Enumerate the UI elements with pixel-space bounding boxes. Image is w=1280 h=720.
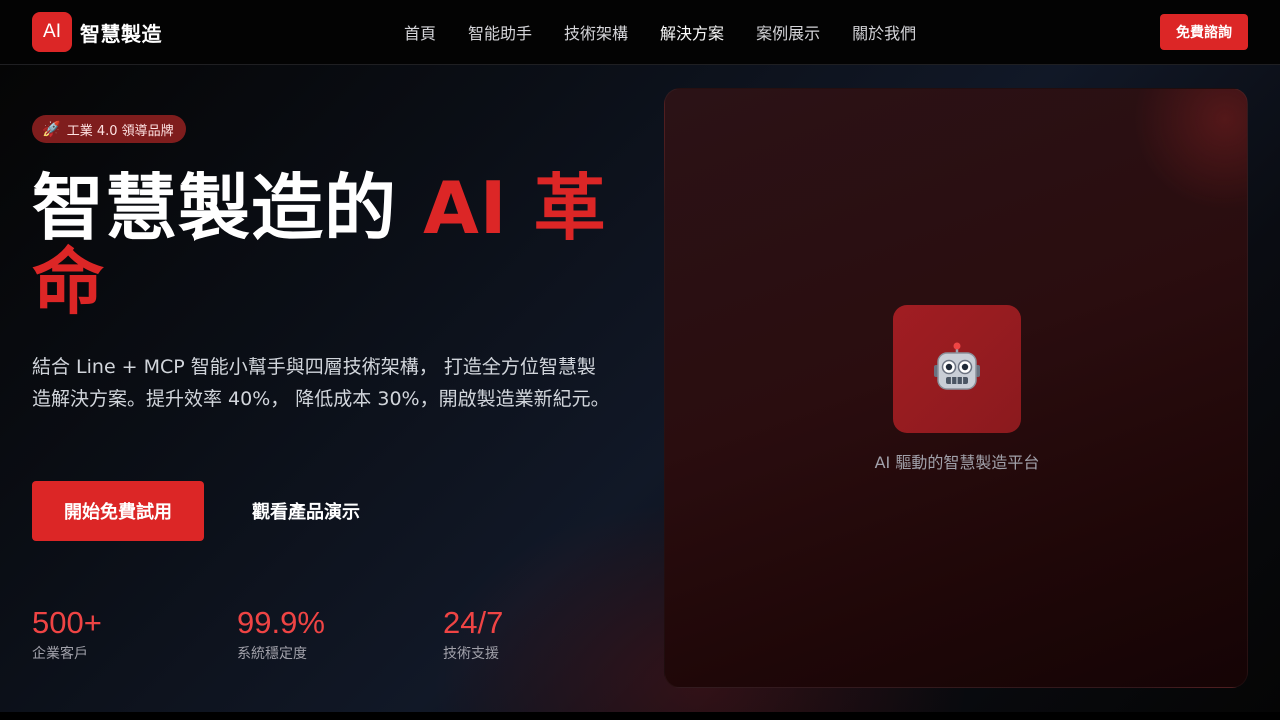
stat-label: 技術支援 xyxy=(443,646,499,662)
nav-cases[interactable]: 案例展示 xyxy=(756,20,820,44)
nav-home[interactable]: 首頁 xyxy=(404,20,436,44)
stat-enterprise-clients: 500+ 企業客戶 xyxy=(32,605,102,663)
logo-text: 智慧製造 xyxy=(80,21,162,46)
headline-main: 智慧製造的 xyxy=(32,166,424,250)
platform-preview-panel: AI 驅動的智慧製造平台 xyxy=(664,88,1248,688)
stat-value: 500+ xyxy=(32,605,102,640)
top-navbar: AI 智慧製造 首頁 智能助手 技術架構 解決方案 案例展示 關於我們 免費諮詢 xyxy=(0,0,1280,65)
stat-label: 系統穩定度 xyxy=(237,646,307,662)
nav-architecture[interactable]: 技術架構 xyxy=(564,20,628,44)
logo-mark: AI xyxy=(32,12,72,52)
robot-tile xyxy=(893,305,1021,433)
nav-solutions[interactable]: 解決方案 xyxy=(660,20,724,44)
hero-headline: 智慧製造的 AI 革命 xyxy=(32,171,612,319)
main-nav: 首頁 智能助手 技術架構 解決方案 案例展示 關於我們 xyxy=(404,20,916,44)
watch-demo-button[interactable]: 觀看產品演示 xyxy=(236,481,376,541)
nav-about[interactable]: 關於我們 xyxy=(852,20,916,44)
stat-value: 24/7 xyxy=(443,605,504,640)
free-consult-button[interactable]: 免費諮詢 xyxy=(1160,14,1248,50)
stat-system-stability: 99.9% 系統穩定度 xyxy=(237,605,325,663)
rocket-icon: 🚀 xyxy=(42,120,61,138)
start-free-trial-button[interactable]: 開始免費試用 xyxy=(32,481,204,541)
brand-logo[interactable]: AI 智慧製造 xyxy=(32,12,162,52)
nav-assistant[interactable]: 智能助手 xyxy=(468,20,532,44)
stat-tech-support: 24/7 技術支援 xyxy=(443,605,503,663)
stat-value: 99.9% xyxy=(237,605,325,640)
badge-label: 工業 4.0 領導品牌 xyxy=(66,123,174,139)
panel-caption: AI 驅動的智慧製造平台 xyxy=(874,453,1040,472)
industry-badge: 🚀 工業 4.0 領導品牌 xyxy=(32,115,186,143)
hero-description: 結合 Line + MCP 智能小幫手與四層技術架構， 打造全方位智慧製造解決方… xyxy=(32,356,610,410)
hero-section: 🚀 工業 4.0 領導品牌 智慧製造的 AI 革命 結合 Line + MCP … xyxy=(0,65,1280,712)
stat-label: 企業客戶 xyxy=(32,646,88,662)
robot-icon xyxy=(934,342,980,390)
